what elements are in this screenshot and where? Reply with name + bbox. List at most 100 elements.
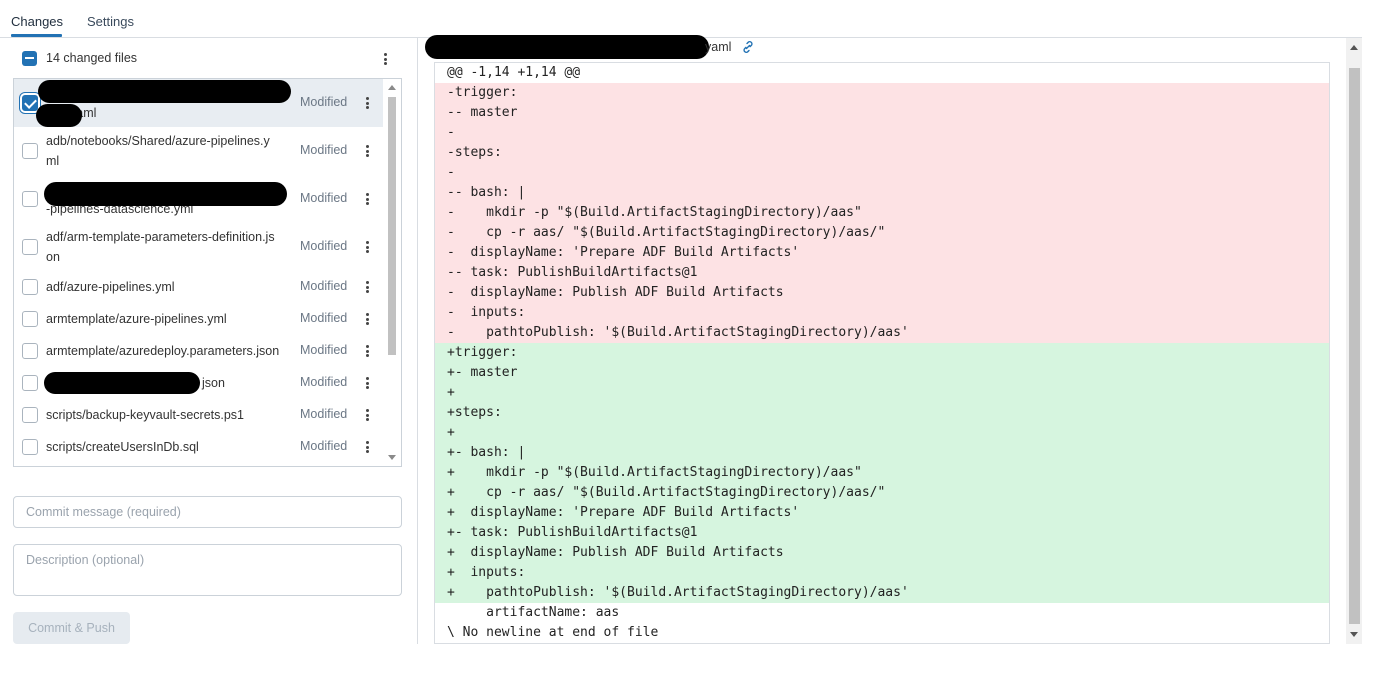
scroll-thumb[interactable]	[388, 97, 396, 355]
commit-and-push-button[interactable]: Commit & Push	[13, 612, 130, 644]
file-menu-icon[interactable]	[362, 344, 372, 358]
file-name-line: armtemplate/azure-pipelines.yml	[46, 312, 227, 326]
file-checkbox[interactable]	[22, 343, 38, 359]
file-row[interactable]: yaml Modified	[14, 79, 384, 127]
scroll-down-arrow-icon[interactable]	[388, 455, 396, 460]
file-checkbox[interactable]	[22, 311, 38, 327]
diff-line-del: -	[435, 123, 1329, 143]
diff-line-add: + cp -r aas/ "$(Build.ArtifactStagingDir…	[435, 483, 1329, 503]
files-menu-icon[interactable]	[380, 52, 390, 66]
file-name-line: ml	[46, 154, 60, 168]
file-name-line: on	[46, 250, 60, 264]
file-row[interactable]: scripts/createUsersInDb.sql Modified	[14, 431, 384, 463]
file-checkbox[interactable]	[22, 239, 38, 255]
file-row[interactable]: json Modified	[14, 367, 384, 399]
redacted-region	[44, 182, 287, 206]
changed-files-count: 14 changed files	[46, 51, 138, 65]
file-name-line: adb/notebooks/Shared/azure-pipelines.y	[46, 134, 270, 148]
link-icon[interactable]	[741, 40, 755, 54]
file-status: Modified	[300, 191, 348, 205]
diff-line-del: -- master	[435, 103, 1329, 123]
changed-files-header: 14 changed files	[13, 46, 403, 70]
diff-line-add: +	[435, 423, 1329, 443]
file-row[interactable]: adf/arm-template-parameters-definition.j…	[14, 223, 384, 271]
file-checkbox[interactable]	[22, 375, 38, 391]
redacted-region	[36, 104, 82, 127]
diff-panel: yaml @@ -1,14 +1,14 @@ -trigger: -- master…	[419, 35, 1362, 644]
diff-line-del: - mkdir -p "$(Build.ArtifactStagingDirec…	[435, 203, 1329, 223]
diff-view: @@ -1,14 +1,14 @@ -trigger: -- master - -ste…	[434, 62, 1330, 644]
scroll-thumb[interactable]	[1349, 68, 1360, 624]
file-checkbox[interactable]	[22, 143, 38, 159]
file-row[interactable]: adb/notebooks/Shared/azure-pipelines.y ml…	[14, 127, 384, 175]
file-status: Modified	[300, 439, 348, 453]
file-status: Modified	[300, 279, 348, 293]
file-row[interactable]: scripts/backup-keyvault-secrets.ps1 Modif…	[14, 399, 384, 431]
file-name: scripts/backup-keyvault-secrets.ps1	[46, 405, 291, 425]
file-checkbox[interactable]	[22, 439, 38, 455]
file-menu-icon[interactable]	[362, 192, 372, 206]
tab-bar: Changes Settings	[0, 0, 1362, 38]
tab-changes[interactable]: Changes	[11, 14, 63, 29]
file-name-line: scripts/backup-keyvault-secrets.ps1	[46, 408, 244, 422]
file-name: adb/notebooks/Shared/azure-pipelines.y ml	[46, 131, 291, 171]
file-row[interactable]: armtemplate/azuredeploy.parameters.json M…	[14, 335, 384, 367]
file-row[interactable]: armtemplate/azure-pipelines.yml Modified	[14, 303, 384, 335]
file-status: Modified	[300, 343, 348, 357]
file-menu-icon[interactable]	[362, 144, 372, 158]
file-status: Modified	[300, 143, 348, 157]
scroll-up-arrow-icon[interactable]	[1350, 45, 1358, 50]
changes-panel: 14 changed files scripts/createUsersInDb…	[0, 38, 418, 644]
file-row[interactable]: adf/azure-pipelines.yml Modified	[14, 271, 384, 303]
diff-line-add: + displayName: Publish ADF Build Artifac…	[435, 543, 1329, 563]
scroll-down-arrow-icon[interactable]	[1350, 632, 1358, 637]
file-checkbox[interactable]	[22, 407, 38, 423]
file-menu-icon[interactable]	[362, 408, 372, 422]
file-menu-icon[interactable]	[362, 376, 372, 390]
diff-line-del: -- task: PublishBuildArtifacts@1	[435, 263, 1329, 283]
file-list-scrollbar[interactable]	[383, 79, 401, 466]
commit-description-input[interactable]	[13, 544, 402, 596]
file-checkbox[interactable]	[22, 191, 38, 207]
file-menu-icon[interactable]	[362, 312, 372, 326]
file-name-line: yaml	[70, 106, 97, 120]
file-name: adf/azure-pipelines.yml	[46, 277, 291, 297]
redacted-region	[44, 372, 200, 394]
file-checkbox[interactable]	[22, 95, 38, 111]
active-tab-indicator	[11, 34, 62, 37]
redacted-region	[425, 35, 709, 59]
diff-scrollbar[interactable]	[1346, 38, 1362, 644]
commit-message-input[interactable]	[13, 496, 402, 528]
redacted-region	[38, 80, 291, 103]
diff-line-add: +- bash: |	[435, 443, 1329, 463]
file-row[interactable]: -pipelines-datascience.yml Modified	[14, 175, 384, 223]
file-status: Modified	[300, 239, 348, 253]
diff-line-del: - displayName: 'Prepare ADF Build Artifa…	[435, 243, 1329, 263]
file-menu-icon[interactable]	[362, 96, 372, 110]
diff-line-hunk: @@ -1,14 +1,14 @@	[435, 63, 1329, 83]
diff-line-del: - pathtoPublish: '$(Build.ArtifactStagin…	[435, 323, 1329, 343]
select-all-checkbox[interactable]	[22, 51, 37, 66]
file-status: Modified	[300, 311, 348, 325]
diff-line-add: +steps:	[435, 403, 1329, 423]
file-checkbox[interactable]	[22, 279, 38, 295]
file-menu-icon[interactable]	[362, 240, 372, 254]
changed-files-list: scripts/createUsersInDb.sql Modified scrip…	[13, 78, 402, 467]
file-name: armtemplate/azure-pipelines.yml	[46, 309, 291, 329]
diff-line-del: -	[435, 163, 1329, 183]
diff-line-del: -trigger:	[435, 83, 1329, 103]
diff-line-add: + mkdir -p "$(Build.ArtifactStagingDirec…	[435, 463, 1329, 483]
diff-line-ctx: \ No newline at end of file	[435, 623, 1329, 643]
file-name: adf/arm-template-parameters-definition.j…	[46, 227, 291, 267]
file-status: Modified	[300, 375, 348, 389]
scroll-up-arrow-icon[interactable]	[388, 85, 396, 90]
file-name-line: adf/azure-pipelines.yml	[46, 280, 175, 294]
tab-settings[interactable]: Settings	[87, 14, 134, 29]
file-menu-icon[interactable]	[362, 440, 372, 454]
file-name-line: adf/arm-template-parameters-definition.j…	[46, 230, 275, 244]
file-menu-icon[interactable]	[362, 280, 372, 294]
diff-line-add: +trigger:	[435, 343, 1329, 363]
diff-line-del: -- bash: |	[435, 183, 1329, 203]
diff-file-title: yaml	[419, 35, 819, 59]
diff-line-del: - cp -r aas/ "$(Build.ArtifactStagingDir…	[435, 223, 1329, 243]
